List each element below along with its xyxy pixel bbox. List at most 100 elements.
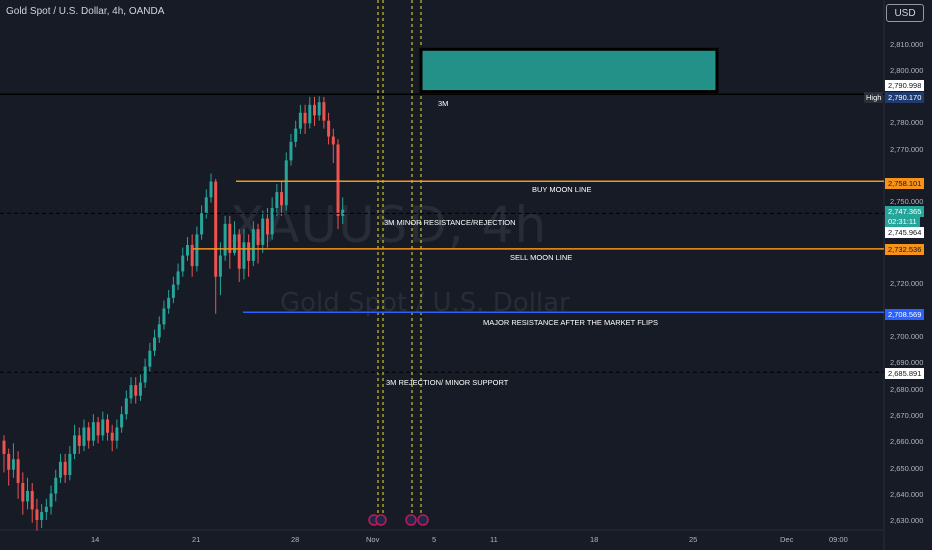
price-tag-major-resistance: 2,708.569 [885, 309, 925, 320]
zone-3m-rect[interactable] [419, 47, 719, 94]
candle-body [251, 229, 255, 261]
candle-body [218, 255, 222, 277]
candle-body [265, 218, 269, 235]
event-flag-icon[interactable] [375, 514, 387, 526]
candle-body [148, 350, 152, 367]
x-tick: 5 [432, 535, 437, 544]
candle-body [96, 422, 100, 436]
candle-body [77, 435, 81, 446]
price-tag-minor-support: 2,685.891 [885, 368, 925, 379]
candle-body [87, 427, 91, 441]
y-tick: 2,650.000 [890, 464, 924, 473]
price-tag-sell-moon: 2,732.536 [885, 244, 925, 255]
candle-body [289, 141, 293, 161]
candle-body [331, 136, 335, 145]
chart-root: XAUUSD, 4h Gold Spot / U.S. Dollar Gold … [0, 0, 932, 550]
candle-body [317, 102, 321, 116]
candle-body [209, 181, 213, 198]
y-tick: 2,720.000 [890, 279, 924, 288]
candle-body [162, 308, 166, 325]
candle-body [138, 382, 142, 396]
minor-resistance-label: 3M MINOR RESISTANCE/REJECTION [384, 218, 516, 227]
countdown-timer: 02:31:11 [885, 216, 920, 227]
candle-body [298, 112, 302, 129]
x-tick: 18 [590, 535, 599, 544]
candle-body [308, 104, 312, 124]
candle-body [171, 284, 175, 298]
candle-body [44, 506, 48, 513]
rejection-minor-support-label: 3M REJECTION/ MINOR SUPPORT [386, 378, 509, 387]
candle-body [2, 440, 6, 454]
candle-body [54, 477, 58, 494]
candle-body [185, 244, 189, 256]
candle-body [143, 366, 147, 383]
major-resistance-label: MAJOR RESISTANCE AFTER THE MARKET FLIPS [483, 318, 659, 327]
y-tick: 2,800.000 [890, 66, 924, 75]
y-tick: 2,670.000 [890, 411, 924, 420]
candle-body [58, 461, 62, 478]
chart-canvas[interactable] [0, 0, 932, 550]
candle-body [341, 209, 345, 216]
candle-body [153, 337, 157, 351]
price-tag-buy-moon: 2,758.101 [885, 178, 925, 189]
y-tick: 2,690.000 [890, 358, 924, 367]
candle-body [49, 493, 53, 507]
event-flag-icon[interactable] [417, 514, 429, 526]
candle-body [242, 242, 246, 269]
candle-body [134, 385, 138, 396]
candle-body [214, 181, 218, 277]
chart-title: Gold Spot / U.S. Dollar, 4h, OANDA [6, 6, 165, 17]
y-tick: 2,660.000 [890, 437, 924, 446]
candle-body [261, 218, 265, 245]
x-tick: 21 [192, 535, 201, 544]
candle-body [247, 242, 251, 261]
candle-body [120, 414, 124, 428]
x-tick: Dec [780, 535, 794, 544]
y-tick: 2,680.000 [890, 385, 924, 394]
candle-body [91, 422, 95, 441]
candle-body [11, 459, 15, 470]
candle-body [63, 461, 67, 476]
candle-body [200, 213, 204, 235]
candle-body [7, 453, 11, 470]
candle-body [157, 324, 161, 338]
y-tick: 2,640.000 [890, 490, 924, 499]
price-tag-high: 2,790.170 [885, 92, 925, 103]
x-tick: 25 [689, 535, 698, 544]
candle-body [110, 432, 114, 441]
candle-body [294, 128, 298, 142]
candle-body [303, 112, 307, 124]
candle-body [237, 234, 241, 269]
candle-body [284, 160, 288, 206]
x-tick: 28 [291, 535, 300, 544]
candle-body [176, 271, 180, 285]
candle-body [233, 234, 237, 253]
candle-body [68, 453, 72, 476]
candle-body [124, 398, 128, 415]
candle-body [322, 102, 326, 121]
candle-body [26, 490, 30, 502]
candle-body [21, 482, 25, 502]
candle-body [129, 385, 133, 399]
candle-body [105, 419, 109, 433]
y-tick: 2,700.000 [890, 332, 924, 341]
candle-body [30, 490, 34, 510]
candle-body [115, 427, 119, 441]
event-flag-icon[interactable] [405, 514, 417, 526]
candle-body [280, 192, 284, 206]
high-label: High [864, 92, 884, 103]
y-tick: 2,770.000 [890, 145, 924, 154]
y-tick: 2,750.000 [890, 197, 924, 206]
y-tick: 2,630.000 [890, 516, 924, 525]
candle-body [167, 297, 171, 309]
currency-button[interactable]: USD [886, 4, 924, 22]
candle-body [336, 144, 340, 216]
candle-body [275, 192, 279, 208]
candle-body [312, 104, 316, 116]
x-tick: 09:00 [829, 535, 848, 544]
x-tick: Nov [366, 535, 380, 544]
candle-body [40, 512, 44, 520]
price-tag-horizontal-line: 2,790.998 [885, 80, 925, 91]
candle-body [16, 459, 20, 483]
candle-body [195, 234, 199, 267]
